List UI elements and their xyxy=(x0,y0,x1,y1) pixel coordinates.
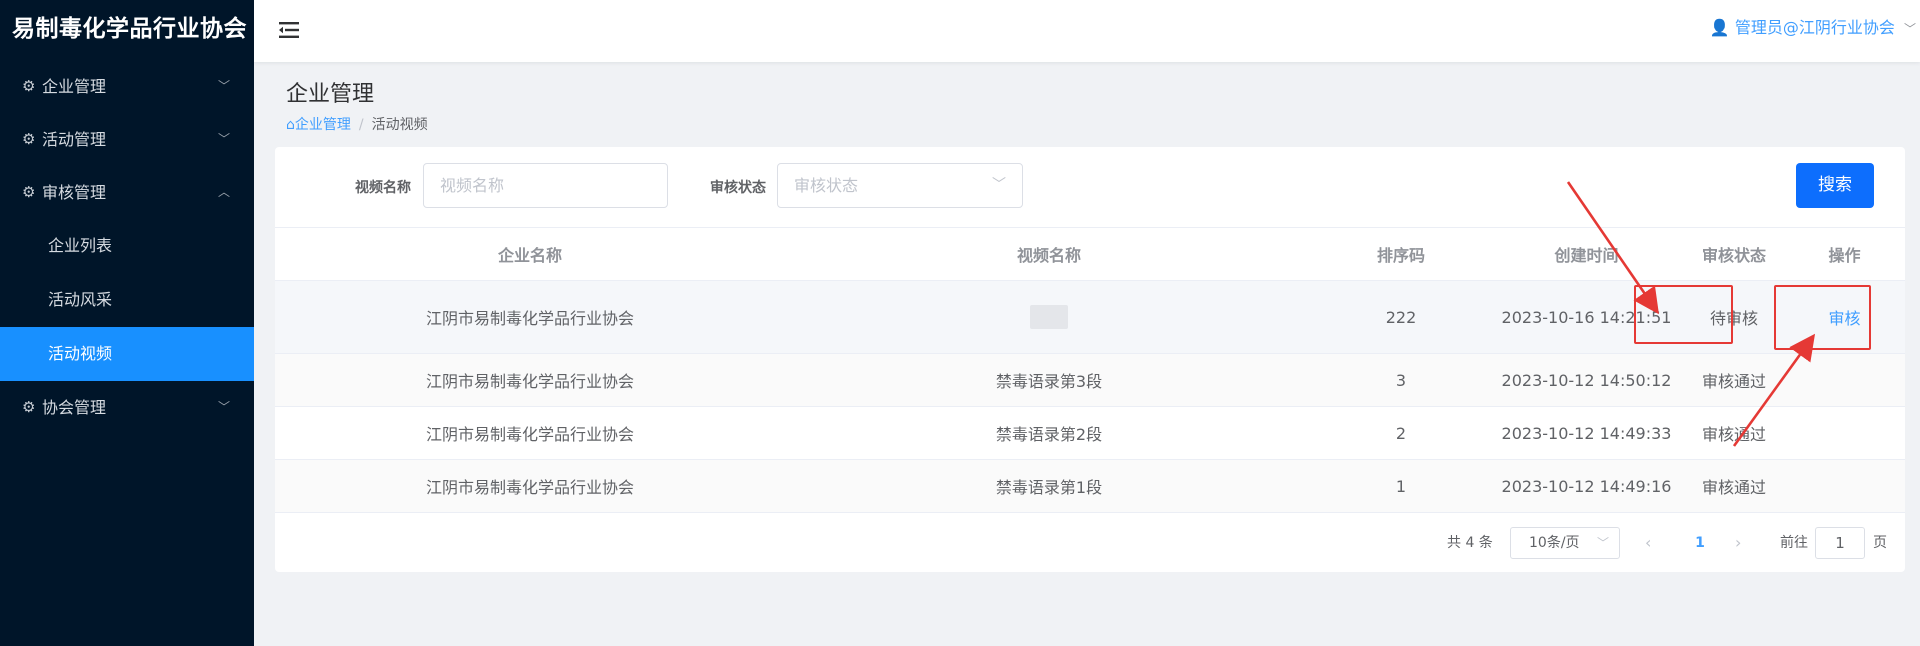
page-size-value: 10条/页 xyxy=(1529,535,1580,551)
breadcrumb-current: 活动视频 xyxy=(371,117,428,133)
gear-icon: ⚙ xyxy=(22,398,36,416)
company-cell: 江阴市易制毒化学品行业协会 xyxy=(425,425,634,444)
submenu-activity-gallery[interactable]: 活动风采 xyxy=(0,273,254,327)
user-icon: 👤 xyxy=(1709,18,1730,37)
breadcrumb-separator: / xyxy=(358,117,364,133)
column-header-action: 操作 xyxy=(1828,246,1861,265)
pagination-total: 共 4 条 xyxy=(1447,535,1493,551)
annotation-box-action xyxy=(1774,285,1871,350)
created-cell: 2023-10-12 14:49:16 xyxy=(1501,476,1672,496)
action-cell xyxy=(1784,460,1905,512)
table-row: 江阴市易制毒化学品行业协会 禁毒语录第2段 2 2023-10-12 14:49… xyxy=(275,407,1905,460)
video-cell: 禁毒语录第2段 xyxy=(995,425,1103,444)
action-cell xyxy=(1784,407,1905,459)
video-name-input[interactable]: 视频名称 xyxy=(423,163,668,208)
goto-label: 前往 xyxy=(1780,535,1808,551)
chevron-down-icon: ﹀ xyxy=(1903,22,1916,36)
table-row: 江阴市易制毒化学品行业协会 禁毒语录第1段 1 2023-10-12 14:49… xyxy=(275,460,1905,513)
column-header-video: 视频名称 xyxy=(1016,246,1081,265)
video-table: 企业名称 视频名称 排序码 创建时间 审核状态 操作 江阴市易制毒化学品行业协会… xyxy=(275,227,1905,513)
sort-cell: 2 xyxy=(1395,423,1407,443)
page-number-current[interactable]: 1 xyxy=(1685,527,1715,559)
created-cell: 2023-10-12 14:49:33 xyxy=(1501,423,1672,443)
sidebar: 易制毒化学品行业协会 ⚙ 企业管理 ﹀ ⚙ 活动管理 ﹀ ⚙ 审核管理 ︿ 企业… xyxy=(0,0,254,646)
user-name: 管理员@江阴行业协会 xyxy=(1734,18,1895,37)
created-cell: 2023-10-12 14:50:12 xyxy=(1501,370,1672,390)
menu-enterprise-management[interactable]: ⚙ 企业管理 ﹀ xyxy=(0,60,254,113)
video-cell xyxy=(785,281,1313,353)
status-select[interactable]: 审核状态 ﹀ xyxy=(777,163,1023,208)
column-header-status: 审核状态 xyxy=(1701,246,1766,265)
menu-label: 活动管理 xyxy=(42,130,107,149)
chevron-up-icon: ︿ xyxy=(217,185,230,199)
menu-review-management[interactable]: ⚙ 审核管理 ︿ xyxy=(0,166,254,219)
menu-activity-management[interactable]: ⚙ 活动管理 ﹀ xyxy=(0,113,254,166)
chevron-down-icon: ﹀ xyxy=(217,79,230,93)
user-menu[interactable]: 👤 管理员@江阴行业协会 ﹀ xyxy=(1710,0,1916,57)
breadcrumb-home[interactable]: ⌂企业管理 xyxy=(286,117,351,133)
table-header-row: 企业名称 视频名称 排序码 创建时间 审核状态 操作 xyxy=(275,227,1905,281)
status-cell: 审核通过 xyxy=(1701,425,1766,444)
menu-label: 企业管理 xyxy=(42,77,107,96)
next-page-button[interactable]: › xyxy=(1735,527,1741,559)
menu-fold-icon[interactable] xyxy=(278,19,300,41)
status-placeholder: 审核状态 xyxy=(794,176,859,195)
gear-icon: ⚙ xyxy=(22,130,36,148)
submenu-enterprise-list[interactable]: 企业列表 xyxy=(0,219,254,273)
submenu-activity-video[interactable]: 活动视频 xyxy=(0,327,254,381)
app-logo-title: 易制毒化学品行业协会 xyxy=(12,16,247,42)
sort-cell: 1 xyxy=(1395,476,1407,496)
video-name-placeholder: 视频名称 xyxy=(440,176,505,195)
gear-icon: ⚙ xyxy=(22,77,36,95)
page-title: 企业管理 xyxy=(286,82,375,107)
page-size-select[interactable]: 10条/页 ﹀ xyxy=(1510,527,1620,559)
menu-label: 审核管理 xyxy=(42,183,107,202)
menu-association-management[interactable]: ⚙ 协会管理 ﹀ xyxy=(0,381,254,434)
menu-label: 协会管理 xyxy=(42,398,107,417)
status-cell: 审核通过 xyxy=(1701,372,1766,391)
sort-cell: 222 xyxy=(1385,307,1417,327)
table-row: 江阴市易制毒化学品行业协会 禁毒语录第3段 3 2023-10-12 14:50… xyxy=(275,354,1905,407)
video-cell: 禁毒语录第3段 xyxy=(995,372,1103,391)
search-button[interactable]: 搜索 xyxy=(1796,163,1874,208)
prev-page-button[interactable]: ‹ xyxy=(1645,527,1651,559)
home-icon: ⌂ xyxy=(286,117,295,133)
action-cell xyxy=(1784,354,1905,406)
content-card: 视频名称 视频名称 审核状态 审核状态 ﹀ 搜索 企业名称 视频名称 排序码 创… xyxy=(275,147,1905,572)
video-name-label: 视频名称 xyxy=(355,180,411,196)
column-header-company: 企业名称 xyxy=(497,246,562,265)
chevron-down-icon: ﹀ xyxy=(1596,536,1609,550)
gear-icon: ⚙ xyxy=(22,183,36,201)
annotation-box-status xyxy=(1634,285,1733,344)
breadcrumb: ⌂企业管理 / 活动视频 xyxy=(286,114,428,134)
chevron-down-icon: ﹀ xyxy=(217,400,230,414)
video-cell: 禁毒语录第1段 xyxy=(995,478,1103,497)
goto-page-input[interactable]: 1 xyxy=(1815,527,1865,559)
column-header-sort: 排序码 xyxy=(1376,246,1425,265)
company-cell: 江阴市易制毒化学品行业协会 xyxy=(425,309,634,328)
video-thumbnail[interactable] xyxy=(1030,305,1068,329)
chevron-down-icon: ﹀ xyxy=(992,177,1006,193)
chevron-down-icon: ﹀ xyxy=(217,132,230,146)
company-cell: 江阴市易制毒化学品行业协会 xyxy=(425,478,634,497)
status-cell: 审核通过 xyxy=(1701,478,1766,497)
top-header: 👤 管理员@江阴行业协会 ﹀ xyxy=(254,0,1920,62)
sort-cell: 3 xyxy=(1395,370,1407,390)
status-label: 审核状态 xyxy=(710,180,766,196)
page-suffix-label: 页 xyxy=(1873,535,1887,551)
column-header-created: 创建时间 xyxy=(1554,246,1619,265)
company-cell: 江阴市易制毒化学品行业协会 xyxy=(425,372,634,391)
